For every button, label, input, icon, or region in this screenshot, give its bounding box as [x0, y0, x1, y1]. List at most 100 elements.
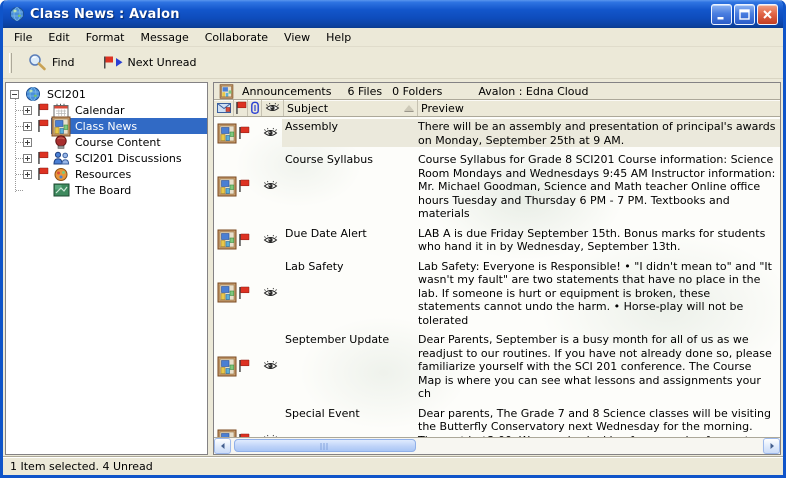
sidebar-item-sci201[interactable]: SCI201	[6, 86, 207, 102]
message-preview: LAB A is due Friday September 15th. Bonu…	[414, 226, 780, 254]
column-header-envelope[interactable]	[214, 100, 234, 116]
expand-box-icon[interactable]	[23, 170, 32, 179]
scroll-left-button[interactable]	[214, 438, 231, 454]
message-row-assembly[interactable]: AssemblyThere will be an assembly and pr…	[214, 117, 780, 150]
unread-flag-icon	[36, 167, 49, 181]
files-count: 6 Files	[347, 85, 382, 98]
column-header-preview[interactable]: Preview	[418, 100, 780, 116]
globe-icon	[9, 6, 25, 22]
viewed-eye-icon	[263, 234, 278, 246]
expand-box-icon[interactable]	[23, 106, 32, 115]
close-icon	[761, 8, 774, 21]
scrollbar-track[interactable]	[232, 438, 762, 454]
resources-icon	[53, 167, 69, 182]
list-context: Avalon : Edna Cloud	[478, 85, 588, 98]
scroll-right-button[interactable]	[763, 438, 780, 454]
tree-item-label: The Board	[73, 184, 133, 197]
next-unread-icon	[103, 56, 124, 69]
menu-format[interactable]: Format	[78, 29, 133, 46]
discussions-icon	[53, 151, 70, 165]
message-list: AssemblyThere will be an assembly and pr…	[214, 117, 780, 437]
sidebar-item-sci201-discussions[interactable]: SCI201 Discussions	[6, 150, 207, 166]
message-row-september-update[interactable]: September UpdateDear Parents, September …	[214, 330, 780, 404]
horizontal-scrollbar	[214, 437, 780, 454]
message-row-lab-safety[interactable]: Lab SafetyLab Safety: Everyone is Respon…	[214, 257, 780, 331]
sidebar-item-calendar[interactable]: Calendar	[6, 102, 207, 118]
news-icon	[219, 84, 234, 99]
unread-flag-icon	[36, 119, 49, 133]
column-header-flag[interactable]	[234, 100, 248, 116]
menu-file[interactable]: File	[6, 29, 40, 46]
tree-item-label: Resources	[73, 168, 133, 181]
tree-item-body[interactable]: Course Content	[51, 134, 207, 150]
column-header-paperclip[interactable]	[248, 100, 262, 116]
tree-item-body[interactable]: SCI201	[23, 86, 207, 102]
expand-box-icon[interactable]	[23, 154, 32, 163]
minimize-button[interactable]	[711, 4, 732, 25]
tree-item-label: Calendar	[73, 104, 126, 117]
bulletin-icon	[217, 229, 237, 250]
viewed-eye-cell	[258, 127, 282, 139]
message-preview: Dear Parents, September is a busy month …	[414, 332, 780, 401]
column-header-subject[interactable]: Subject	[284, 100, 418, 116]
collapse-box-icon[interactable]	[10, 90, 19, 99]
viewed-eye-icon	[263, 360, 278, 372]
tree-item-body[interactable]: SCI201 Discussions	[51, 150, 207, 166]
app-window: Class News : Avalon FileEditFormatMessag…	[0, 0, 786, 478]
toolbar-grip[interactable]	[9, 53, 12, 73]
close-button[interactable]	[757, 4, 778, 25]
unread-flag-icon	[238, 359, 250, 373]
main-content: SCI201 CalendarClass NewsCourse ContentSC…	[3, 79, 783, 456]
expander-spacer	[23, 186, 32, 195]
menu-message[interactable]: Message	[133, 29, 197, 46]
menu-bar: FileEditFormatMessageCollaborateViewHelp	[3, 28, 783, 47]
expand-box-icon[interactable]	[23, 138, 32, 147]
viewed-eye-icon	[263, 127, 278, 139]
tree-item-body[interactable]: Resources	[51, 166, 207, 182]
tree-item-body[interactable]: The Board	[51, 182, 207, 198]
expand-box-icon[interactable]	[23, 122, 32, 131]
menu-collaborate[interactable]: Collaborate	[197, 29, 276, 46]
unread-flag-icon	[37, 151, 49, 165]
unread-flag-icon	[238, 126, 250, 140]
sort-ascending-icon	[404, 105, 414, 111]
sidebar-item-course-content[interactable]: Course Content	[6, 134, 207, 150]
flag-icon	[235, 101, 247, 115]
viewed-eye-cell	[258, 234, 282, 246]
sidebar-item-resources[interactable]: Resources	[6, 166, 207, 182]
content-icon	[53, 134, 69, 150]
menu-edit[interactable]: Edit	[40, 29, 77, 46]
tree-item-body[interactable]: Calendar	[51, 102, 207, 118]
viewed-eye-cell	[258, 287, 282, 299]
message-row-due-date-alert[interactable]: Due Date AlertLAB A is due Friday Septem…	[214, 224, 780, 257]
find-button[interactable]: Find	[22, 49, 84, 76]
globe-icon	[24, 86, 42, 102]
window-title: Class News : Avalon	[30, 7, 180, 22]
folders-count: 0 Folders	[392, 85, 442, 98]
scrollbar-thumb[interactable]	[234, 439, 416, 452]
message-row-course-syllabus[interactable]: Course SyllabusCourse Syllabus for Grade…	[214, 150, 780, 224]
subject-column-label: Subject	[287, 102, 328, 115]
bulletin-icon	[217, 356, 237, 377]
message-list-panel: Announcements 6 Files 0 Folders Avalon :…	[213, 82, 781, 455]
menu-help[interactable]: Help	[318, 29, 359, 46]
bulletin-icon	[217, 123, 237, 144]
message-subject: Due Date Alert	[282, 226, 414, 254]
menu-view[interactable]: View	[276, 29, 318, 46]
title-bar[interactable]: Class News : Avalon	[3, 0, 783, 28]
board-icon	[53, 183, 70, 197]
message-subject: Lab Safety	[282, 259, 414, 328]
next-unread-button[interactable]: Next Unread	[98, 52, 206, 73]
tree-item-body[interactable]: Class News	[51, 118, 207, 134]
sidebar-item-the-board[interactable]: The Board	[6, 182, 207, 198]
message-row-special-event[interactable]: Special EventDear parents, The Grade 7 a…	[214, 404, 780, 438]
viewed-eye-cell	[258, 360, 282, 372]
maximize-icon	[738, 8, 751, 21]
sidebar-item-class-news[interactable]: Class News	[6, 118, 207, 134]
column-header-eye[interactable]	[262, 100, 284, 116]
next-unread-label: Next Unread	[128, 56, 197, 69]
unread-flag-icon	[37, 103, 49, 117]
message-preview: Course Syllabus for Grade 8 SCI201 Cours…	[414, 152, 780, 221]
viewed-eye-icon	[263, 287, 278, 299]
maximize-button[interactable]	[734, 4, 755, 25]
